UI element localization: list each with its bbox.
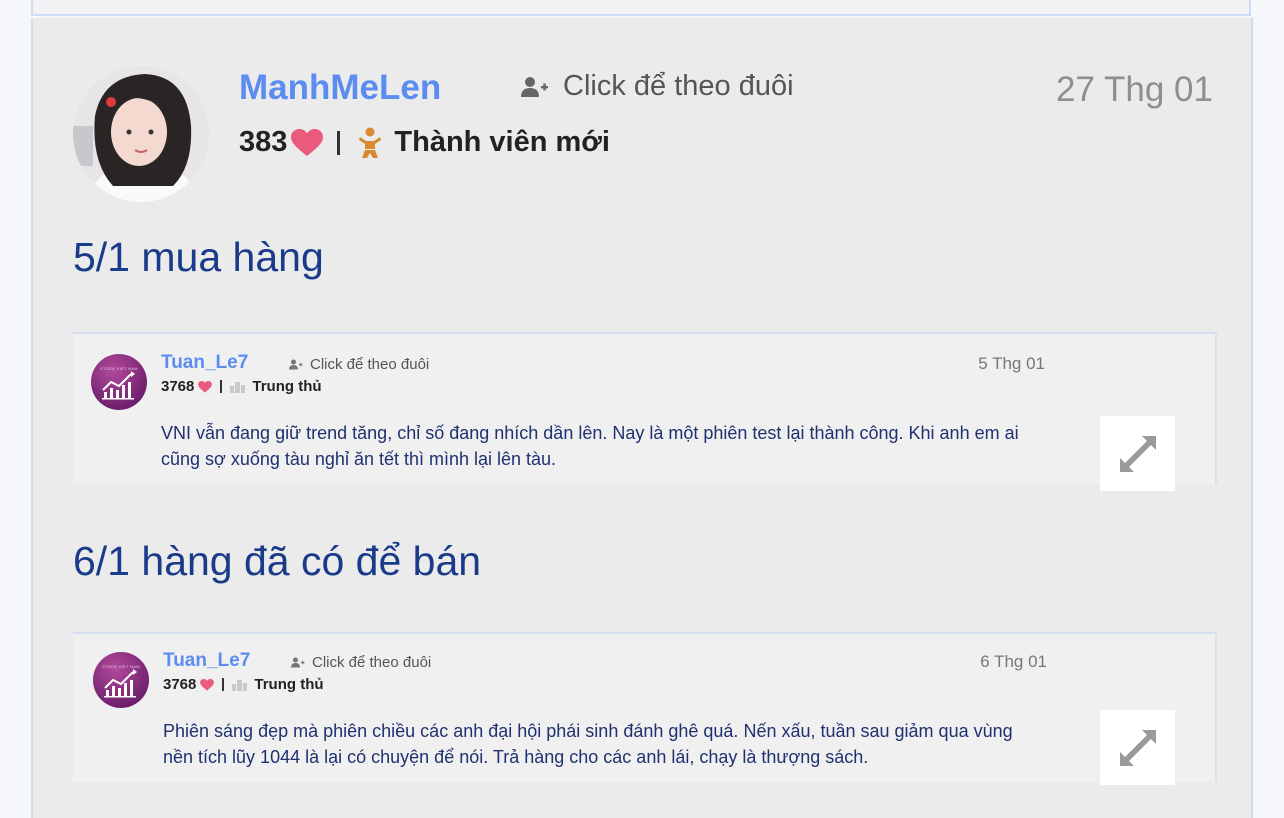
user-plus-icon <box>289 359 303 370</box>
quote-stats-divider <box>222 678 225 691</box>
quote-user-stats: 3768 Trung thủ <box>163 676 324 693</box>
post-date: 27 Thg 01 <box>1056 70 1213 109</box>
heart-icon <box>291 128 324 156</box>
quote-text: VNI vẫn đang giữ trend tăng, chỉ số đang… <box>161 423 1019 469</box>
quote-text: Phiên sáng đẹp mà phiên chiều các anh đạ… <box>163 721 1013 767</box>
post-heading-1: 5/1 mua hàng <box>73 234 324 280</box>
post-heading-2: 6/1 hàng đã có để bán <box>73 538 482 584</box>
quote-follow-button[interactable]: Click để theo đuôi <box>289 356 429 373</box>
expand-icon <box>1119 729 1156 766</box>
quote-avatar[interactable]: STOCK VIET NAM <box>91 354 147 410</box>
previous-post-card <box>31 0 1251 16</box>
expand-quote-button[interactable] <box>1100 416 1175 491</box>
user-avatar[interactable] <box>73 66 209 202</box>
rank-label: Thành viên mới <box>394 126 610 158</box>
post-username[interactable]: ManhMeLen <box>239 68 441 108</box>
quoted-post: STOCK VIET NAM Tuan_Le7 Click để theo đu… <box>73 632 1217 782</box>
heart-icon <box>198 380 213 393</box>
post-card: ManhMeLen Click để theo đuôi 27 Thg 01 3… <box>31 18 1253 818</box>
expand-quote-button[interactable] <box>1100 710 1175 785</box>
user-stats: 383 Thành viên mới <box>239 126 610 159</box>
quote-follow-label: Click để theo đuôi <box>310 356 430 373</box>
follow-button[interactable]: Click để theo đuôi <box>521 70 794 103</box>
quote-follow-button[interactable]: Click để theo đuôi <box>291 654 431 671</box>
likes-count: 383 <box>239 126 288 158</box>
stats-divider <box>337 130 341 155</box>
quote-follow-label: Click để theo đuôi <box>312 654 432 671</box>
quote-likes-count: 3768 <box>161 378 195 395</box>
heart-icon <box>200 678 215 691</box>
trophy-rank-icon <box>230 382 246 393</box>
quote-username[interactable]: Tuan_Le7 <box>161 352 248 374</box>
quote-username[interactable]: Tuan_Le7 <box>163 650 250 672</box>
quoted-post: STOCK VIET NAM Tuan_Le7 Click để theo đu… <box>73 332 1217 484</box>
quote-date: 6 Thg 01 <box>980 652 1047 671</box>
quote-rank-label: Trung thủ <box>254 676 324 693</box>
baby-rank-icon <box>359 127 382 158</box>
user-plus-icon <box>521 76 548 97</box>
follow-label: Click để theo đuôi <box>563 70 794 102</box>
quote-avatar[interactable]: STOCK VIET NAM <box>93 652 149 708</box>
quote-user-stats: 3768 Trung thủ <box>161 378 322 395</box>
expand-icon <box>1119 435 1156 472</box>
quote-rank-label: Trung thủ <box>252 378 322 395</box>
quote-date: 5 Thg 01 <box>978 354 1045 373</box>
trophy-rank-icon <box>232 680 248 691</box>
user-plus-icon <box>291 657 305 668</box>
quote-stats-divider <box>220 380 223 393</box>
quote-likes-count: 3768 <box>163 676 197 693</box>
